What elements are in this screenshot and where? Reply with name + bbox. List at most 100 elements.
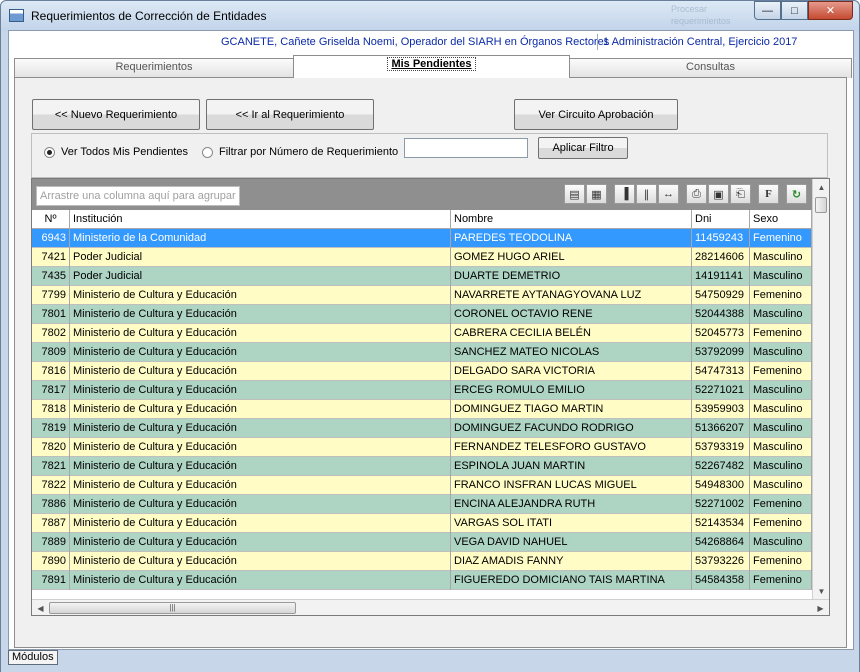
cell-nombre: FRANCO INSFRAN LUCAS MIGUEL — [451, 476, 692, 495]
tab-requerimientos[interactable]: Requerimientos — [14, 58, 294, 78]
table-row[interactable]: 7435 Poder Judicial DUARTE DEMETRIO 1419114… — [32, 267, 812, 286]
window-app-icon — [9, 9, 24, 22]
cell-nombre: VEGA DAVID NAHUEL — [451, 533, 692, 552]
cell-inst: Ministerio de Cultura y Educación — [70, 343, 451, 362]
cell-dni: 28214606 — [692, 248, 750, 267]
table-row[interactable]: 7817 Ministerio de Cultura y Educación ERC… — [32, 381, 812, 400]
grid-filter-row-icon[interactable]: ▦ — [586, 184, 607, 204]
client-area: GCANETE, Cañete Griselda Noemi, Operador… — [8, 30, 854, 650]
table-row[interactable]: 7822 Ministerio de Cultura y Educación FRA… — [32, 476, 812, 495]
grid-layout-icon[interactable]: ▤ — [564, 184, 585, 204]
new-requirement-button[interactable]: << Nuevo Requerimiento — [32, 99, 200, 130]
requirement-number-input[interactable] — [404, 138, 528, 158]
title-bar: Requerimientos de Corrección de Entidade… — [1, 1, 859, 31]
maximize-icon[interactable]: □ — [781, 1, 808, 20]
cell-n: 7889 — [32, 533, 70, 552]
cell-dni: 52271021 — [692, 381, 750, 400]
column-sizing-icon[interactable]: ↔ — [658, 184, 679, 204]
table-row[interactable]: 7809 Ministerio de Cultura y Educación SAN… — [32, 343, 812, 362]
cell-dni: 14191141 — [692, 267, 750, 286]
group-by-panel[interactable]: Arrastre una columna aquí para agrupar ▤… — [32, 179, 829, 210]
table-row[interactable]: 7889 Ministerio de Cultura y Educación VEG… — [32, 533, 812, 552]
autofit-columns-icon[interactable]: ∥ — [636, 184, 657, 204]
function-icon[interactable]: F — [758, 184, 779, 204]
cell-nombre: CORONEL OCTAVIO RENE — [451, 305, 692, 324]
table-row[interactable]: 7890 Ministerio de Cultura y Educación DIA… — [32, 552, 812, 571]
cell-dni: 11459243 — [692, 229, 750, 248]
cell-nombre: CABRERA CECILIA BELÉN — [451, 324, 692, 343]
mdi-bottom-area — [1, 651, 859, 672]
horizontal-scroll-thumb[interactable]: ||| — [49, 602, 296, 614]
column-chooser-icon[interactable]: ▐ — [614, 184, 635, 204]
table-row[interactable]: 7891 Ministerio de Cultura y Educación FIG… — [32, 571, 812, 590]
scroll-up-icon[interactable]: ▲ — [813, 179, 829, 195]
cell-nombre: PAREDES TEODOLINA — [451, 229, 692, 248]
table-row[interactable]: 7799 Ministerio de Cultura y Educación NAV… — [32, 286, 812, 305]
vertical-scroll-thumb[interactable] — [815, 197, 827, 213]
cell-dni: 54750929 — [692, 286, 750, 305]
cell-nombre: DIAZ AMADIS FANNY — [451, 552, 692, 571]
refresh-icon[interactable]: ↻ — [786, 184, 807, 204]
print-preview-icon[interactable]: ▣ — [708, 184, 729, 204]
col-header-sexo[interactable]: Sexo — [750, 210, 812, 229]
cell-n: 7887 — [32, 514, 70, 533]
cell-dni: 54948300 — [692, 476, 750, 495]
cell-nombre: DOMINGUEZ TIAGO MARTIN — [451, 400, 692, 419]
cell-inst: Ministerio de Cultura y Educación — [70, 514, 451, 533]
scroll-left-icon[interactable]: ◀ — [32, 600, 49, 615]
cell-dni: 52267482 — [692, 457, 750, 476]
apply-filter-button[interactable]: Aplicar Filtro — [538, 137, 628, 159]
scroll-down-icon[interactable]: ▼ — [813, 583, 829, 599]
pending-grid: Arrastre una columna aquí para agrupar ▤… — [31, 178, 830, 616]
radio-all-pending[interactable]: Ver Todos Mis Pendientes — [44, 146, 188, 158]
cell-dni: 54584358 — [692, 571, 750, 590]
table-row[interactable]: 7819 Ministerio de Cultura y Educación DOM… — [32, 419, 812, 438]
table-row[interactable]: 7801 Ministerio de Cultura y Educación COR… — [32, 305, 812, 324]
copy-icon[interactable]: ⎗ — [730, 184, 751, 204]
cell-nombre: FIGUEREDO DOMICIANO TAIS MARTINA — [451, 571, 692, 590]
table-row[interactable]: 7421 Poder Judicial GOMEZ HUGO ARIEL 282146… — [32, 248, 812, 267]
view-approval-circuit-button[interactable]: Ver Circuito Aprobación — [514, 99, 678, 130]
cell-nombre: DELGADO SARA VICTORIA — [451, 362, 692, 381]
table-row[interactable]: 7816 Ministerio de Cultura y Educación DEL… — [32, 362, 812, 381]
goto-requirement-button[interactable]: << Ir al Requerimiento — [206, 99, 374, 130]
vertical-scrollbar[interactable]: ▲ ▼ — [812, 179, 829, 599]
cell-sexo: Femenino — [750, 286, 812, 305]
tab-consultas[interactable]: Consultas — [569, 58, 852, 78]
table-row[interactable]: 6943 Ministerio de la Comunidad PAREDES TE… — [32, 229, 812, 248]
table-row[interactable]: 7818 Ministerio de Cultura y Educación DOM… — [32, 400, 812, 419]
cell-dni: 53793319 — [692, 438, 750, 457]
cell-sexo: Femenino — [750, 552, 812, 571]
col-header-institucion[interactable]: Institución — [70, 210, 451, 229]
tab-mis-pendientes[interactable]: Mis Pendientes — [293, 55, 570, 78]
col-header-dni[interactable]: Dni — [692, 210, 750, 229]
col-header-numero[interactable]: Nº — [32, 210, 70, 229]
minimize-icon[interactable]: — — [754, 1, 781, 20]
table-row[interactable]: 7821 Ministerio de Cultura y Educación ESP… — [32, 457, 812, 476]
col-header-nombre[interactable]: Nombre — [451, 210, 692, 229]
modulos-tab[interactable]: Módulos — [8, 650, 58, 665]
close-icon[interactable]: ✕ — [808, 1, 853, 20]
cell-sexo: Masculino — [750, 343, 812, 362]
cell-n: 7799 — [32, 286, 70, 305]
table-row[interactable]: 7887 Ministerio de Cultura y Educación VAR… — [32, 514, 812, 533]
table-row[interactable]: 7886 Ministerio de Cultura y Educación ENC… — [32, 495, 812, 514]
scroll-right-icon[interactable]: ▶ — [812, 600, 829, 615]
radio-filter-number-label: Filtrar por Número de Requerimiento — [219, 146, 399, 158]
print-icon[interactable]: ⎙ — [686, 184, 707, 204]
cell-dni: 52271002 — [692, 495, 750, 514]
cell-sexo: Femenino — [750, 324, 812, 343]
cell-inst: Ministerio de Cultura y Educación — [70, 552, 451, 571]
cell-n: 7890 — [32, 552, 70, 571]
table-row[interactable]: 7802 Ministerio de Cultura y Educación CAB… — [32, 324, 812, 343]
cell-sexo: Femenino — [750, 362, 812, 381]
cell-sexo: Masculino — [750, 267, 812, 286]
radio-filter-number[interactable]: Filtrar por Número de Requerimiento — [202, 146, 398, 158]
cell-nombre: ERCEG ROMULO EMILIO — [451, 381, 692, 400]
table-row[interactable]: 7820 Ministerio de Cultura y Educación FER… — [32, 438, 812, 457]
cell-inst: Ministerio de Cultura y Educación — [70, 476, 451, 495]
cell-dni: 54268864 — [692, 533, 750, 552]
horizontal-scrollbar[interactable]: ◀ ||| ▶ — [32, 599, 829, 615]
cell-sexo: Femenino — [750, 229, 812, 248]
group-by-hint: Arrastre una columna aquí para agrupar — [36, 186, 240, 206]
